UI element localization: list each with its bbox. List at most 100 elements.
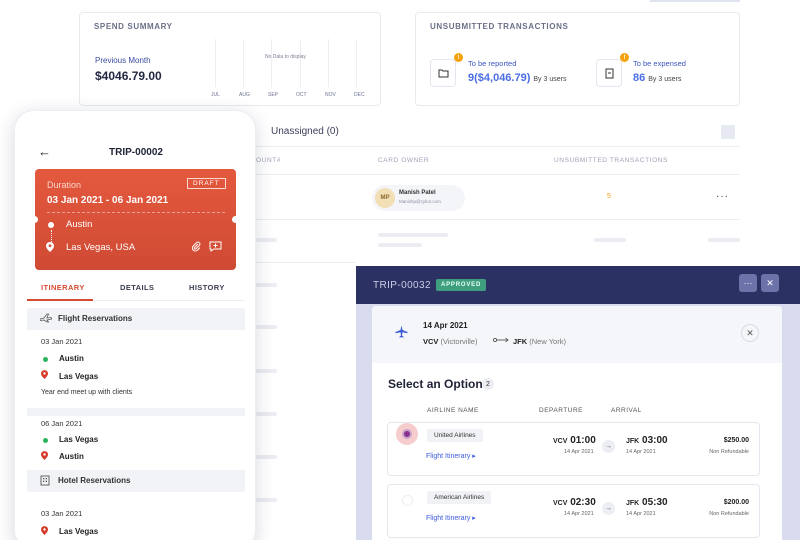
to-be-expensed-amount[interactable]: 86 bbox=[633, 72, 645, 84]
duration-label: Duration bbox=[47, 180, 82, 190]
location-pin-icon bbox=[46, 242, 54, 255]
option-radio-selected[interactable] bbox=[402, 429, 412, 439]
departure-code: VCV bbox=[553, 500, 568, 507]
section-separator bbox=[27, 408, 245, 416]
card-owner-chip[interactable]: MP Manish Patel Manishp@zykor.com bbox=[372, 185, 465, 211]
flight-reservations-title: Flight Reservations bbox=[58, 314, 133, 323]
row-more-button[interactable]: ··· bbox=[716, 191, 729, 202]
arrow-right-icon: → bbox=[602, 440, 615, 453]
departure-clock: 01:00 bbox=[570, 435, 596, 446]
chart-gridline bbox=[271, 39, 272, 87]
reservation-date: 03 Jan 2021 bbox=[41, 337, 83, 346]
to-be-reported-label: To be reported bbox=[468, 59, 517, 68]
origin-dot-icon bbox=[43, 438, 48, 443]
flight-origin: VCV (Victorville) bbox=[423, 337, 477, 346]
skeleton-line bbox=[708, 238, 740, 242]
modal-header: TRIP-00032 APPROVED ··· ✕ bbox=[356, 266, 800, 304]
chart-gridline bbox=[243, 39, 244, 87]
tab-details[interactable]: DETAILS bbox=[120, 283, 154, 292]
tab-itinerary[interactable]: ITINERARY bbox=[41, 283, 85, 292]
skeleton-line bbox=[256, 283, 277, 287]
divider bbox=[256, 146, 740, 147]
fare-refund-policy: Non Refundable bbox=[709, 511, 749, 517]
to-be-expensed-value[interactable]: 86 By 3 users bbox=[633, 72, 681, 84]
hotel-city: Las Vegas bbox=[59, 527, 99, 536]
flight-itinerary-link[interactable]: Flight Itinerary ▸ bbox=[426, 514, 476, 522]
spend-summary-title: SPEND SUMMARY bbox=[94, 22, 173, 31]
chart-gridline bbox=[215, 39, 216, 87]
spend-summary-card: SPEND SUMMARY Previous Month $4046.79.00… bbox=[79, 12, 381, 106]
destination-code: JFK bbox=[513, 337, 528, 346]
reservation-note: Year end meet up with clients bbox=[41, 389, 133, 396]
active-tab-indicator bbox=[27, 299, 93, 301]
arrival-clock: 03:00 bbox=[642, 435, 668, 446]
chart-gridline bbox=[328, 39, 329, 87]
destination-city: Austin bbox=[59, 452, 84, 461]
arrow-right-icon: → bbox=[602, 502, 615, 515]
comment-icon[interactable] bbox=[209, 241, 222, 255]
to-be-reported-amount[interactable]: 9($4,046.79) bbox=[468, 72, 530, 84]
column-header-airline: AIRLINE NAME bbox=[427, 407, 479, 414]
trip-tabs: ITINERARY DETAILS HISTORY bbox=[27, 283, 245, 301]
divider bbox=[47, 212, 225, 213]
unsubmitted-count: 5 bbox=[607, 193, 611, 200]
card-notch bbox=[232, 216, 239, 223]
flight-option-row[interactable]: American Airlines Flight Itinerary ▸ VCV… bbox=[387, 484, 760, 538]
expensed-users: By 3 users bbox=[648, 76, 682, 83]
departure-clock: 02:30 bbox=[570, 497, 596, 508]
trip-approval-modal: TRIP-00032 APPROVED ··· ✕ 14 Apr 2021 VC… bbox=[356, 266, 800, 540]
month-label: SEP bbox=[268, 92, 279, 98]
origin-city: Las Vegas bbox=[59, 435, 99, 444]
skeleton-line bbox=[378, 233, 448, 237]
attachment-icon[interactable] bbox=[191, 241, 201, 255]
folder-icon[interactable] bbox=[430, 59, 456, 87]
avatar: MP bbox=[375, 188, 395, 208]
column-header-account: OUNT# bbox=[256, 157, 282, 164]
departure-time: VCV 02:30 bbox=[553, 497, 596, 508]
destination-city: Las Vegas bbox=[59, 372, 99, 381]
close-icon[interactable]: ✕ bbox=[741, 324, 759, 342]
select-all-checkbox[interactable] bbox=[721, 125, 735, 139]
divider bbox=[256, 174, 740, 175]
status-badge: DRAFT bbox=[187, 178, 226, 189]
warning-badge: ! bbox=[454, 53, 463, 62]
location-pin-icon bbox=[41, 370, 48, 381]
flight-summary: 14 Apr 2021 VCV (Victorville) JFK (New Y… bbox=[372, 306, 782, 363]
origin-city: Austin bbox=[66, 219, 93, 230]
destination-name: (New York) bbox=[529, 337, 566, 346]
flight-itinerary-link[interactable]: Flight Itinerary ▸ bbox=[426, 452, 476, 460]
departure-time: VCV 01:00 bbox=[553, 435, 596, 446]
divider bbox=[256, 262, 356, 263]
option-radio[interactable] bbox=[402, 495, 413, 506]
card-notch bbox=[31, 216, 38, 223]
route-arrow-icon bbox=[492, 335, 510, 345]
spend-chart bbox=[215, 39, 365, 87]
spend-amount: $4046.79.00 bbox=[95, 69, 162, 83]
arrival-code: JFK bbox=[626, 438, 640, 445]
unsubmitted-card: UNSUBMITTED TRANSACTIONS ! To be reporte… bbox=[415, 12, 740, 106]
departure-date: 14 Apr 2021 bbox=[564, 449, 594, 455]
receipt-icon[interactable] bbox=[596, 59, 622, 87]
mobile-trip-view: ← TRIP-00002 Duration DRAFT 03 Jan 2021 … bbox=[14, 110, 256, 540]
location-pin-icon bbox=[41, 526, 48, 537]
skeleton-line bbox=[256, 369, 277, 373]
month-label: JUL bbox=[211, 92, 220, 98]
flight-option-row[interactable]: United Airlines Flight Itinerary ▸ VCV 0… bbox=[387, 422, 760, 476]
tab-unassigned[interactable]: Unassigned (0) bbox=[271, 126, 339, 137]
divider bbox=[256, 219, 740, 220]
trip-title: TRIP-00002 bbox=[109, 147, 163, 158]
trip-dates: 03 Jan 2021 - 06 Jan 2021 bbox=[47, 195, 169, 206]
departure-date: 14 Apr 2021 bbox=[564, 511, 594, 517]
tab-history[interactable]: HISTORY bbox=[189, 283, 225, 292]
month-label: OCT bbox=[296, 92, 307, 98]
column-header-unsubmitted: UNSUBMITTED TRANSACTIONS bbox=[554, 157, 668, 164]
column-header-arrival: ARRIVAL bbox=[611, 407, 642, 414]
unsubmitted-title: UNSUBMITTED TRANSACTIONS bbox=[430, 22, 569, 31]
to-be-reported-value[interactable]: 9($4,046.79) By 3 users bbox=[468, 72, 566, 84]
arrival-time: JFK 05:30 bbox=[626, 497, 668, 508]
arrival-code: JFK bbox=[626, 500, 640, 507]
month-label: AUG bbox=[239, 92, 250, 98]
close-icon[interactable]: ✕ bbox=[761, 274, 779, 292]
more-options-button[interactable]: ··· bbox=[739, 274, 757, 292]
skeleton-line bbox=[256, 412, 277, 416]
